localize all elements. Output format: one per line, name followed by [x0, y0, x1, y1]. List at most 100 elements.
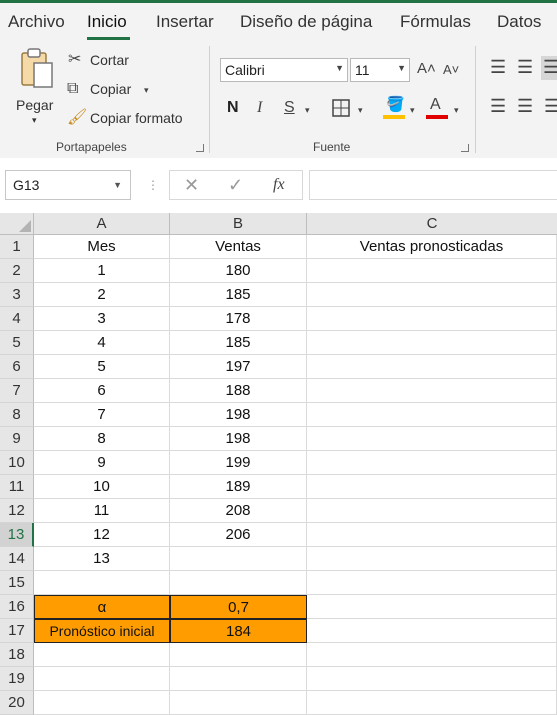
- underline-dropdown-icon[interactable]: ▾: [305, 102, 310, 118]
- align-left-icon[interactable]: ☰: [490, 97, 506, 115]
- tab-archivo[interactable]: Archivo: [8, 12, 65, 32]
- cell-b19[interactable]: [170, 667, 307, 691]
- row-header-19[interactable]: 19: [0, 667, 34, 691]
- cell-b20[interactable]: [170, 691, 307, 715]
- cell-c11[interactable]: [307, 475, 557, 499]
- cell-a4[interactable]: 3: [34, 307, 170, 331]
- paste-dropdown-icon[interactable]: ▾: [32, 115, 37, 126]
- cell-b12[interactable]: 208: [170, 499, 307, 523]
- borders-icon[interactable]: [332, 99, 350, 117]
- copy-dropdown-icon[interactable]: ▾: [144, 82, 149, 98]
- row-header-7[interactable]: 7: [0, 379, 34, 403]
- enter-check-icon[interactable]: ✓: [228, 176, 243, 194]
- tab-inicio[interactable]: Inicio: [87, 12, 127, 32]
- cell-c5[interactable]: [307, 331, 557, 355]
- name-box[interactable]: G13 ▼: [5, 170, 131, 200]
- cell-b3[interactable]: 185: [170, 283, 307, 307]
- tab-insertar[interactable]: Insertar: [156, 12, 214, 32]
- align-bottom-button[interactable]: ☰: [541, 56, 557, 80]
- font-color-button[interactable]: A: [426, 97, 450, 121]
- cell-a17[interactable]: Pronóstico inicial: [34, 619, 170, 643]
- cell-a18[interactable]: [34, 643, 170, 667]
- insert-function-icon[interactable]: fx: [273, 177, 285, 193]
- align-center-icon[interactable]: ☰: [517, 97, 533, 115]
- cell-a8[interactable]: 7: [34, 403, 170, 427]
- row-header-4[interactable]: 4: [0, 307, 34, 331]
- row-header-16[interactable]: 16: [0, 595, 34, 619]
- row-header-13[interactable]: 13: [0, 523, 34, 547]
- cell-c9[interactable]: [307, 427, 557, 451]
- row-header-10[interactable]: 10: [0, 451, 34, 475]
- row-header-6[interactable]: 6: [0, 355, 34, 379]
- cell-b14[interactable]: [170, 547, 307, 571]
- cell-c18[interactable]: [307, 643, 557, 667]
- font-size-select[interactable]: 11 ▼: [350, 58, 410, 82]
- cell-b8[interactable]: 198: [170, 403, 307, 427]
- row-header-12[interactable]: 12: [0, 499, 34, 523]
- cell-b7[interactable]: 188: [170, 379, 307, 403]
- select-all-corner[interactable]: [0, 213, 34, 235]
- row-header-18[interactable]: 18: [0, 643, 34, 667]
- cell-c6[interactable]: [307, 355, 557, 379]
- tab-diseno-de-pagina[interactable]: Diseño de página: [240, 12, 372, 32]
- drag-handle-icon[interactable]: ⋮: [147, 177, 159, 193]
- cell-b11[interactable]: 189: [170, 475, 307, 499]
- cell-c20[interactable]: [307, 691, 557, 715]
- tab-datos[interactable]: Datos: [497, 12, 541, 32]
- decrease-font-size-icon[interactable]: A˅: [443, 62, 459, 78]
- italic-button[interactable]: I: [257, 100, 262, 116]
- cell-a6[interactable]: 5: [34, 355, 170, 379]
- row-header-14[interactable]: 14: [0, 547, 34, 571]
- row-header-2[interactable]: 2: [0, 259, 34, 283]
- copy-button[interactable]: Copiar: [90, 81, 131, 97]
- increase-font-size-icon[interactable]: A˄: [417, 61, 436, 77]
- cell-a19[interactable]: [34, 667, 170, 691]
- cell-c16[interactable]: [307, 595, 557, 619]
- font-color-dropdown-icon[interactable]: ▾: [454, 102, 459, 118]
- cell-c15[interactable]: [307, 571, 557, 595]
- cell-b1[interactable]: Ventas: [170, 235, 307, 259]
- cell-a9[interactable]: 8: [34, 427, 170, 451]
- cancel-icon[interactable]: ✕: [184, 176, 199, 194]
- row-header-1[interactable]: 1: [0, 235, 34, 259]
- cell-a3[interactable]: 2: [34, 283, 170, 307]
- formula-input[interactable]: [309, 170, 557, 200]
- row-header-17[interactable]: 17: [0, 619, 34, 643]
- cell-b18[interactable]: [170, 643, 307, 667]
- cell-c17[interactable]: [307, 619, 557, 643]
- row-header-15[interactable]: 15: [0, 571, 34, 595]
- align-top-icon[interactable]: ☰: [490, 58, 506, 76]
- cell-a7[interactable]: 6: [34, 379, 170, 403]
- column-header-b[interactable]: B: [170, 213, 307, 235]
- row-header-5[interactable]: 5: [0, 331, 34, 355]
- cell-a15[interactable]: [34, 571, 170, 595]
- row-header-3[interactable]: 3: [0, 283, 34, 307]
- cell-a16[interactable]: α: [34, 595, 170, 619]
- cell-b10[interactable]: 199: [170, 451, 307, 475]
- column-header-c[interactable]: C: [307, 213, 557, 235]
- cell-b4[interactable]: 178: [170, 307, 307, 331]
- borders-dropdown-icon[interactable]: ▾: [358, 102, 363, 118]
- cell-c4[interactable]: [307, 307, 557, 331]
- cell-c10[interactable]: [307, 451, 557, 475]
- cell-c1[interactable]: Ventas pronosticadas: [307, 235, 557, 259]
- format-painter-button[interactable]: Copiar formato: [90, 110, 183, 126]
- row-header-8[interactable]: 8: [0, 403, 34, 427]
- column-header-a[interactable]: A: [34, 213, 170, 235]
- cell-a13[interactable]: 12: [34, 523, 170, 547]
- cell-c14[interactable]: [307, 547, 557, 571]
- cell-c7[interactable]: [307, 379, 557, 403]
- cell-a1[interactable]: Mes: [34, 235, 170, 259]
- fill-color-dropdown-icon[interactable]: ▾: [410, 102, 415, 118]
- clipboard-launcher-icon[interactable]: [196, 144, 204, 152]
- align-middle-icon[interactable]: ☰: [517, 58, 533, 76]
- cell-b17[interactable]: 184: [170, 619, 307, 643]
- paste-button[interactable]: Pegar ▾: [12, 47, 62, 131]
- cell-b16[interactable]: 0,7: [170, 595, 307, 619]
- cell-a20[interactable]: [34, 691, 170, 715]
- cell-c3[interactable]: [307, 283, 557, 307]
- cell-b13[interactable]: 206: [170, 523, 307, 547]
- fill-color-button[interactable]: 🪣: [383, 97, 407, 121]
- cell-b6[interactable]: 197: [170, 355, 307, 379]
- align-right-icon[interactable]: ☰: [544, 97, 557, 115]
